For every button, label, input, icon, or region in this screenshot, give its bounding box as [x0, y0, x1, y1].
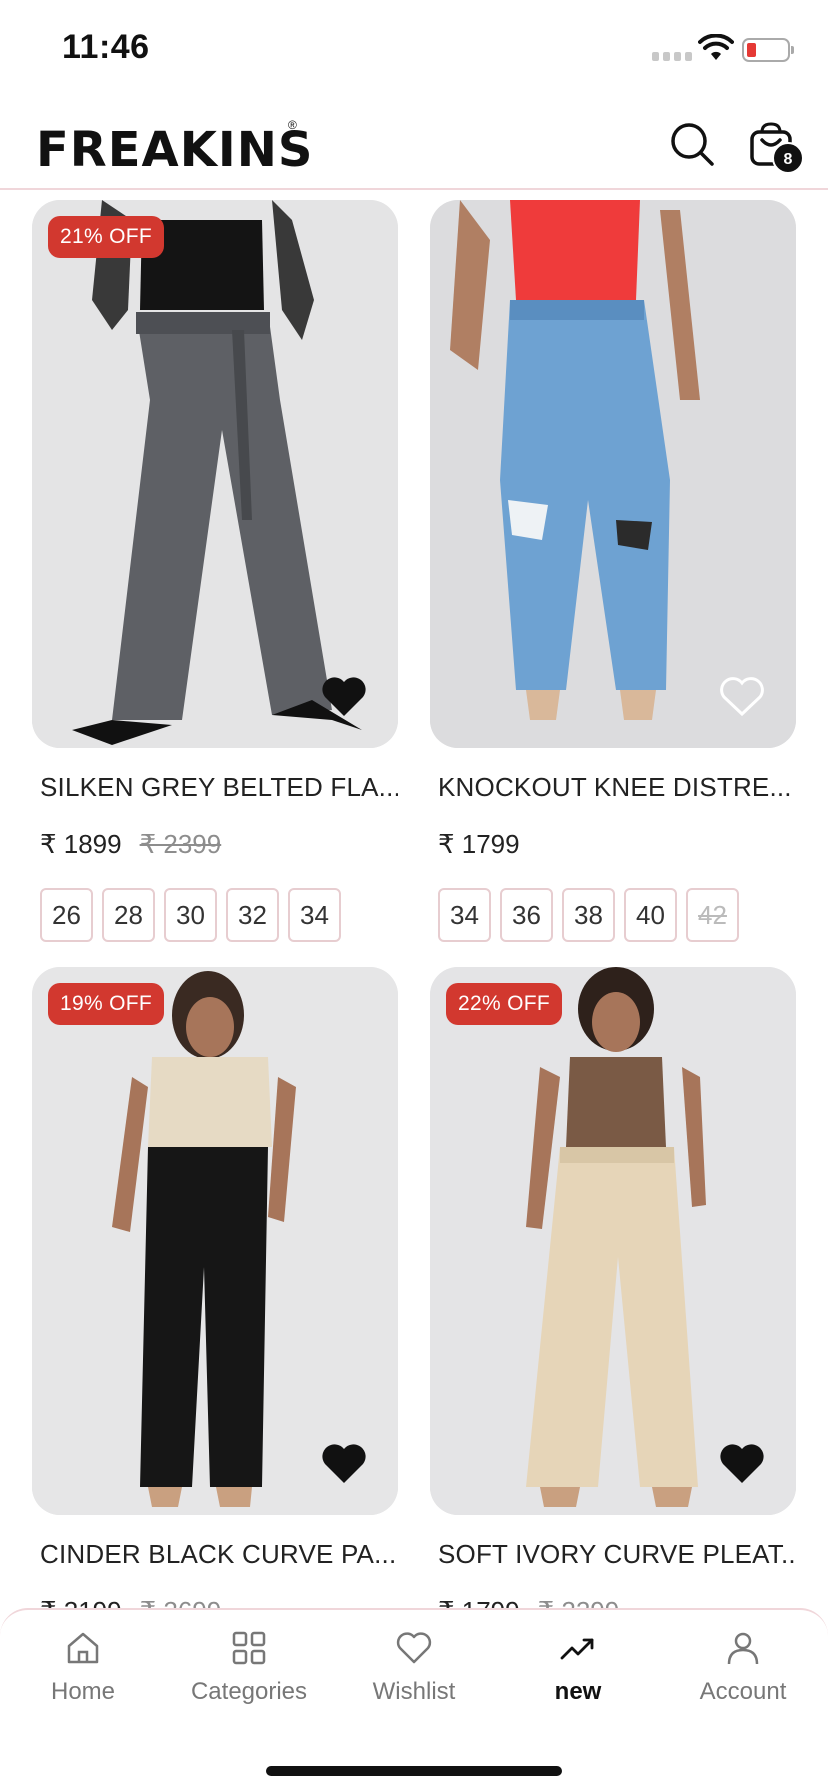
bottom-navigation: Home Categories Wishlist new Account [0, 1608, 828, 1792]
product-card[interactable]: KNOCKOUT KNEE DISTRE... ₹ 1799 34 36 38 … [430, 200, 796, 942]
battery-icon [742, 38, 794, 62]
price-row: ₹ 1799 [438, 829, 796, 860]
nav-item-home[interactable]: Home [8, 1628, 158, 1706]
nav-item-categories[interactable]: Categories [174, 1628, 324, 1706]
size-options: 26 28 30 32 34 [40, 888, 398, 942]
search-icon[interactable] [668, 120, 716, 168]
sale-price: ₹ 1899 [40, 829, 122, 859]
cellular-signal-icon [652, 52, 692, 61]
discount-badge: 22% OFF [446, 983, 562, 1025]
nav-label: new [554, 1678, 602, 1705]
nav-item-new[interactable]: new [503, 1628, 653, 1706]
product-image[interactable]: 21% OFF [32, 200, 398, 748]
discount-badge: 21% OFF [48, 216, 164, 258]
brand-logo[interactable]: FREAKINS [36, 122, 313, 178]
size-option[interactable]: 34 [288, 888, 341, 942]
product-card[interactable]: 19% OFF CINDER BLACK CURVE PA... ₹ 2199 … [32, 967, 398, 1610]
status-bar: 11:46 [0, 0, 828, 100]
size-option[interactable]: 34 [438, 888, 491, 942]
product-card[interactable]: 21% OFF SILKEN GREY BELTED FLA... ₹ 1899… [32, 200, 398, 942]
nav-label: Wishlist [372, 1678, 456, 1705]
product-image[interactable]: 19% OFF [32, 967, 398, 1515]
home-indicator[interactable] [266, 1766, 562, 1776]
wishlist-heart-icon[interactable] [320, 674, 368, 718]
size-option[interactable]: 28 [102, 888, 155, 942]
registered-mark: ® [288, 118, 297, 132]
product-photo [32, 200, 398, 748]
product-grid: 21% OFF SILKEN GREY BELTED FLA... ₹ 1899… [0, 200, 828, 1610]
status-time: 11:46 [62, 28, 150, 66]
nav-label: Home [50, 1678, 116, 1705]
nav-item-wishlist[interactable]: Wishlist [339, 1628, 489, 1706]
app-header: FREAKINS ® 8 [0, 100, 828, 190]
nav-label: Categories [190, 1678, 308, 1705]
wishlist-heart-icon[interactable] [320, 1441, 368, 1485]
cart-count-badge: 8 [772, 142, 804, 174]
product-card[interactable]: 22% OFF SOFT IVORY CURVE PLEAT... ₹ 1799… [430, 967, 796, 1610]
product-image[interactable]: 22% OFF [430, 967, 796, 1515]
size-option[interactable]: 30 [164, 888, 217, 942]
wifi-icon [698, 34, 734, 60]
size-option[interactable]: 38 [562, 888, 615, 942]
discount-badge: 19% OFF [48, 983, 164, 1025]
product-title[interactable]: SILKEN GREY BELTED FLA... [40, 772, 398, 803]
product-photo [430, 967, 796, 1515]
product-photo [430, 200, 796, 748]
app-screen: 11:46 FREAKINS ® 8 21% OFF SILKEN GREY B… [0, 0, 828, 1792]
product-title[interactable]: KNOCKOUT KNEE DISTRE... [438, 772, 796, 803]
product-photo [32, 967, 398, 1515]
size-option[interactable]: 32 [226, 888, 279, 942]
size-option[interactable]: 36 [500, 888, 553, 942]
price-row: ₹ 1899 ₹ 2399 [40, 829, 398, 860]
original-price: ₹ 2399 [139, 829, 222, 859]
size-option[interactable]: 26 [40, 888, 93, 942]
nav-label: Account [699, 1678, 787, 1705]
home-icon [67, 1632, 99, 1664]
heart-icon [396, 1632, 432, 1664]
size-option-unavailable: 42 [686, 888, 739, 942]
nav-item-account[interactable]: Account [668, 1628, 818, 1706]
wishlist-heart-icon[interactable] [718, 1441, 766, 1485]
grid-icon [232, 1631, 266, 1665]
product-title[interactable]: CINDER BLACK CURVE PA... [40, 1539, 398, 1570]
trending-icon [560, 1638, 594, 1660]
product-title[interactable]: SOFT IVORY CURVE PLEAT... [438, 1539, 796, 1570]
size-options: 34 36 38 40 42 [438, 888, 796, 942]
size-option[interactable]: 40 [624, 888, 677, 942]
sale-price: ₹ 1799 [438, 829, 520, 859]
product-image[interactable] [430, 200, 796, 748]
wishlist-heart-outline-icon[interactable] [718, 674, 766, 718]
user-icon [727, 1632, 759, 1665]
